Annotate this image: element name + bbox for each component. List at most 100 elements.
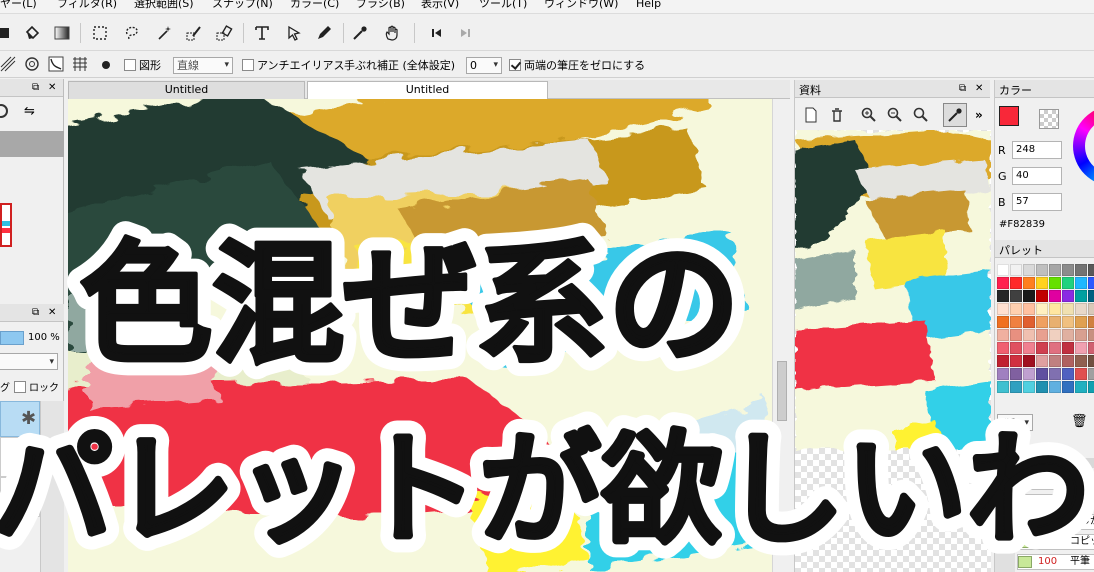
palette-swatch[interactable] [997,303,1009,315]
palette-swatch[interactable] [1049,342,1061,354]
menu-help[interactable]: Help [636,0,661,11]
canvas-vertical-scrollbar[interactable] [772,99,790,572]
palette-swatch[interactable] [1036,342,1048,354]
palette-swatch[interactable] [1062,303,1074,315]
menu-filter[interactable]: フィルタ(R) [57,0,117,11]
palette-swatch[interactable] [1088,290,1094,302]
menu-brush[interactable]: ブラシ(B) [356,0,405,11]
next-icon[interactable] [456,23,476,43]
menu-view[interactable]: 表示(V) [421,0,459,11]
palette-swatch[interactable] [1036,355,1048,367]
zoom-in-icon[interactable] [859,105,879,125]
hand-tool-icon[interactable] [382,23,402,43]
palette-swatch[interactable] [1062,368,1074,380]
line-type-select[interactable]: 直線 [173,56,233,74]
palette-swatch[interactable] [1010,329,1022,341]
brush-item-copic[interactable]: 40 コピッ [1017,534,1094,550]
prev-icon[interactable] [426,23,446,43]
menu-snap[interactable]: スナップ(N) [212,0,273,11]
palette-swatch[interactable] [1049,290,1061,302]
new-file-icon[interactable] [801,105,821,125]
layer-row[interactable] [0,437,40,477]
palette-swatch[interactable] [1075,290,1087,302]
palette-swatch[interactable] [1010,368,1022,380]
palette-swatch[interactable] [1075,355,1087,367]
rotate-icon[interactable] [0,104,8,118]
palette-swatch[interactable] [997,316,1009,328]
close-reference-panel-icon[interactable]: ✕ [975,83,983,95]
palette-index-select[interactable]: #1 [997,414,1033,431]
palette-swatch[interactable] [1023,316,1035,328]
palette-swatch[interactable] [1088,264,1094,276]
palette-swatch[interactable] [1010,342,1022,354]
palette-swatch[interactable] [1023,329,1035,341]
palette-swatch[interactable] [1075,316,1087,328]
menu-window[interactable]: ウィンドウ(W) [544,0,618,11]
brush-item-flat[interactable]: 100 平筆 [1017,554,1094,570]
eyedropper-icon[interactable] [350,23,370,43]
float-layer-panel-icon[interactable]: ⧉ [32,307,39,319]
palette-swatch[interactable] [1049,381,1061,393]
palette-swatch[interactable] [997,381,1009,393]
antialias-checkbox[interactable] [242,59,254,71]
palette-swatch[interactable] [1010,303,1022,315]
palette-swatch[interactable] [1062,277,1074,289]
select-eraser-icon[interactable] [214,23,234,43]
fill-bucket-icon[interactable] [22,23,42,43]
brush-item-blur[interactable]: ぼかし [1017,474,1094,490]
float-reference-panel-icon[interactable]: ⧉ [959,83,966,95]
zoom-out-icon[interactable] [885,105,905,125]
palette-swatch[interactable] [1036,329,1048,341]
shape-toggle[interactable]: 図形 [124,57,161,73]
gradient-tool-icon[interactable] [52,23,72,43]
brush-item-smudge[interactable]: 伸ばし [1017,494,1094,510]
dot-icon[interactable] [102,57,110,73]
antialias-toggle[interactable]: アンチエイリアス [242,57,345,73]
palette-swatch[interactable] [1075,277,1087,289]
palette-swatch[interactable] [1023,342,1035,354]
palette-swatch[interactable] [1023,368,1035,380]
menu-layer[interactable]: ヤー(L) [0,0,37,11]
palette-swatch[interactable] [997,368,1009,380]
palette-swatch[interactable] [1049,277,1061,289]
palette-swatch[interactable] [1075,264,1087,276]
palette-swatch[interactable] [1062,290,1074,302]
palette-swatch[interactable] [1088,303,1094,315]
pressure-checkbox[interactable] [509,59,521,71]
palette-swatch[interactable] [1088,277,1094,289]
palette-swatch[interactable] [1036,290,1048,302]
zoom-fit-icon[interactable] [911,105,931,125]
palette-swatch[interactable] [1075,329,1087,341]
palette-swatch[interactable] [1023,381,1035,393]
transparent-color-swatch[interactable] [1039,109,1059,129]
palette-swatch[interactable] [1062,329,1074,341]
pen-tool-icon[interactable] [314,23,334,43]
palette-swatch[interactable] [1088,342,1094,354]
palette-swatch[interactable] [1023,303,1035,315]
preview-thumb[interactable] [0,203,12,247]
palette-swatch[interactable] [1036,381,1048,393]
palette-swatch[interactable] [1010,264,1022,276]
palette-swatch[interactable] [1010,355,1022,367]
palette-swatch[interactable] [1088,381,1094,393]
opacity-bar[interactable] [0,331,24,345]
palette-swatch[interactable] [1010,316,1022,328]
shape-checkbox[interactable] [124,59,136,71]
tab-document-1[interactable]: Untitled [68,81,305,99]
float-panel-icon[interactable]: ⧉ [32,82,39,94]
move-tool-icon[interactable] [284,23,304,43]
stabilizer-select[interactable]: 0 [466,56,502,74]
reference-eyedropper-icon[interactable] [943,103,967,127]
palette-swatch[interactable] [1088,329,1094,341]
palette-swatch[interactable] [1075,381,1087,393]
palette-swatch[interactable] [997,290,1009,302]
close-layer-panel-icon[interactable]: ✕ [48,307,56,319]
pressure-toggle[interactable]: 両端の筆圧をゼロにする [509,57,645,73]
palette-swatch[interactable] [997,355,1009,367]
drawing-canvas[interactable] [68,99,772,572]
grid-shape-icon[interactable] [70,54,90,74]
rect-select-icon[interactable] [90,23,110,43]
palette-swatch[interactable] [1010,290,1022,302]
main-color-swatch[interactable] [999,106,1019,126]
reference-image[interactable] [795,130,991,572]
